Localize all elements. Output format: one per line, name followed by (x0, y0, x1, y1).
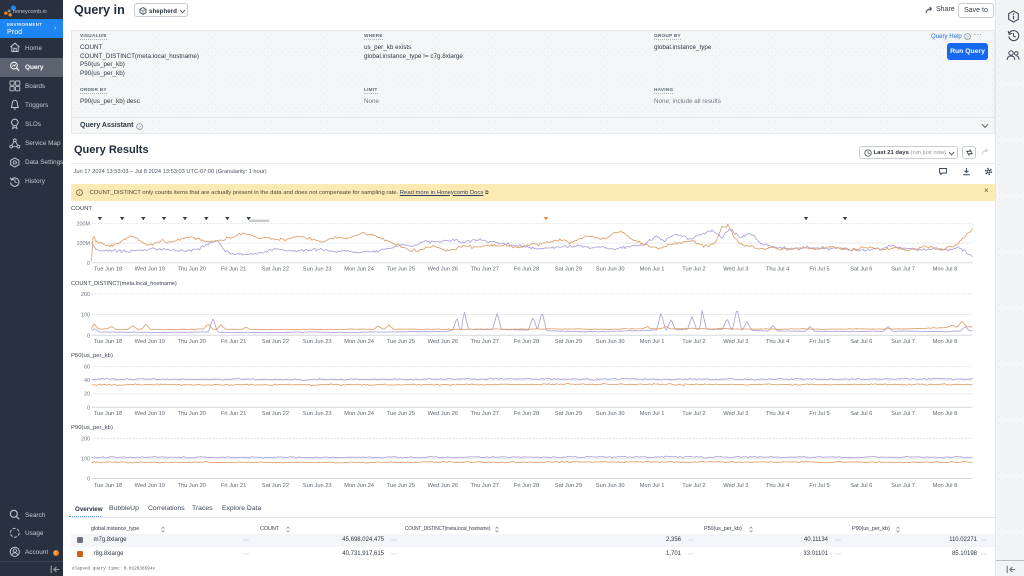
svg-text:Tue Jul 2: Tue Jul 2 (682, 339, 705, 345)
svg-text:Sat Jun 22: Sat Jun 22 (262, 483, 289, 489)
svg-text:Wed Jul 3: Wed Jul 3 (723, 339, 748, 345)
svg-text:Sun Jun 30: Sun Jun 30 (596, 411, 625, 417)
svg-text:Thu Jun 20: Thu Jun 20 (177, 339, 205, 345)
svg-text:Tue Jul 2: Tue Jul 2 (682, 483, 705, 489)
svg-text:200M: 200M (77, 221, 91, 227)
svg-text:20: 20 (84, 392, 90, 398)
svg-text:Thu Jun 20: Thu Jun 20 (177, 411, 205, 417)
svg-text:Wed Jun 26: Wed Jun 26 (428, 267, 458, 273)
svg-text:40: 40 (84, 378, 90, 384)
svg-text:Fri Jul 5: Fri Jul 5 (809, 411, 829, 417)
svg-text:Fri Jun 28: Fri Jun 28 (514, 267, 539, 273)
svg-text:Tue Jun 18: Tue Jun 18 (94, 411, 122, 417)
svg-text:Mon Jul 1: Mon Jul 1 (640, 483, 665, 489)
svg-text:100: 100 (81, 313, 90, 319)
svg-text:Tue Jun 25: Tue Jun 25 (387, 411, 415, 417)
svg-text:Tue Jun 25: Tue Jun 25 (387, 267, 415, 273)
svg-text:Sun Jun 23: Sun Jun 23 (303, 411, 332, 417)
svg-text:Fri Jun 28: Fri Jun 28 (514, 339, 539, 345)
svg-text:Sun Jul 7: Sun Jul 7 (891, 411, 915, 417)
svg-text:Wed Jun 26: Wed Jun 26 (428, 339, 458, 345)
svg-text:Tue Jul 2: Tue Jul 2 (682, 411, 705, 417)
svg-text:Sat Jul 6: Sat Jul 6 (850, 411, 872, 417)
svg-text:Sat Jun 22: Sat Jun 22 (262, 339, 289, 345)
svg-text:Thu Jun 27: Thu Jun 27 (470, 483, 498, 489)
svg-text:Tue Jun 18: Tue Jun 18 (94, 339, 122, 345)
svg-text:Thu Jul 4: Thu Jul 4 (766, 339, 789, 345)
svg-text:Wed Jul 3: Wed Jul 3 (723, 267, 748, 273)
svg-text:Sat Jun 29: Sat Jun 29 (555, 411, 582, 417)
svg-text:Sun Jun 23: Sun Jun 23 (303, 483, 332, 489)
svg-text:Sun Jul 7: Sun Jul 7 (891, 267, 915, 273)
svg-text:Tue Jul 2: Tue Jul 2 (682, 267, 705, 273)
svg-text:Wed Jun 19: Wed Jun 19 (135, 267, 165, 273)
svg-text:Mon Jun 24: Mon Jun 24 (344, 411, 374, 417)
svg-text:Mon Jul 8: Mon Jul 8 (933, 483, 958, 489)
svg-text:Sat Jul 6: Sat Jul 6 (850, 483, 872, 489)
svg-text:Sat Jun 29: Sat Jun 29 (555, 483, 582, 489)
svg-text:0: 0 (87, 261, 90, 267)
svg-text:Tue Jun 25: Tue Jun 25 (387, 483, 415, 489)
svg-text:Sun Jun 23: Sun Jun 23 (303, 267, 332, 273)
svg-text:Thu Jun 20: Thu Jun 20 (177, 483, 205, 489)
svg-text:Wed Jul 3: Wed Jul 3 (723, 483, 748, 489)
svg-text:Tue Jun 18: Tue Jun 18 (94, 267, 122, 273)
svg-text:0: 0 (87, 477, 90, 483)
svg-text:Mon Jun 24: Mon Jun 24 (344, 267, 374, 273)
svg-text:Mon Jun 24: Mon Jun 24 (344, 339, 374, 345)
svg-text:Fri Jun 21: Fri Jun 21 (221, 483, 246, 489)
svg-text:Fri Jul 5: Fri Jul 5 (809, 339, 829, 345)
svg-text:Thu Jul 4: Thu Jul 4 (766, 267, 789, 273)
svg-text:60: 60 (84, 365, 90, 371)
svg-text:Fri Jun 21: Fri Jun 21 (221, 411, 246, 417)
svg-text:Sun Jul 7: Sun Jul 7 (891, 339, 915, 345)
svg-text:Sat Jun 22: Sat Jun 22 (262, 267, 289, 273)
svg-text:Wed Jun 26: Wed Jun 26 (428, 411, 458, 417)
svg-text:Wed Jun 19: Wed Jun 19 (135, 339, 165, 345)
svg-text:Sat Jul 6: Sat Jul 6 (850, 339, 872, 345)
svg-text:Tue Jun 18: Tue Jun 18 (94, 483, 122, 489)
svg-text:Fri Jul 5: Fri Jul 5 (809, 267, 829, 273)
svg-text:100M: 100M (77, 241, 91, 247)
svg-text:200: 200 (81, 436, 90, 442)
svg-text:100: 100 (81, 456, 90, 462)
svg-text:0: 0 (87, 333, 90, 339)
svg-text:Wed Jul 3: Wed Jul 3 (723, 411, 748, 417)
svg-text:Sat Jun 29: Sat Jun 29 (555, 339, 582, 345)
svg-text:Mon Jul 1: Mon Jul 1 (640, 267, 665, 273)
svg-text:Mon Jul 8: Mon Jul 8 (933, 339, 958, 345)
svg-text:Sun Jul 7: Sun Jul 7 (891, 483, 915, 489)
svg-text:Fri Jul 5: Fri Jul 5 (809, 483, 829, 489)
svg-text:Fri Jun 28: Fri Jun 28 (514, 483, 539, 489)
svg-text:200: 200 (81, 292, 90, 298)
svg-text:Tue Jun 25: Tue Jun 25 (387, 339, 415, 345)
svg-text:Sun Jun 30: Sun Jun 30 (596, 267, 625, 273)
svg-text:Sun Jun 30: Sun Jun 30 (596, 483, 625, 489)
svg-text:Sun Jun 30: Sun Jun 30 (596, 339, 625, 345)
svg-text:Fri Jun 21: Fri Jun 21 (221, 267, 246, 273)
svg-text:Fri Jun 28: Fri Jun 28 (514, 411, 539, 417)
svg-text:Thu Jul 4: Thu Jul 4 (766, 411, 789, 417)
svg-text:Thu Jul 4: Thu Jul 4 (766, 483, 789, 489)
svg-text:Fri Jun 21: Fri Jun 21 (221, 339, 246, 345)
svg-text:Sat Jun 22: Sat Jun 22 (262, 411, 289, 417)
svg-text:0: 0 (87, 405, 90, 411)
svg-text:Thu Jun 27: Thu Jun 27 (470, 339, 498, 345)
svg-text:Sat Jul 6: Sat Jul 6 (850, 267, 872, 273)
svg-text:Thu Jun 20: Thu Jun 20 (177, 267, 205, 273)
svg-text:Mon Jun 24: Mon Jun 24 (344, 483, 374, 489)
svg-text:Thu Jun 27: Thu Jun 27 (470, 267, 498, 273)
svg-text:Sat Jun 29: Sat Jun 29 (555, 267, 582, 273)
svg-text:Wed Jun 19: Wed Jun 19 (135, 411, 165, 417)
svg-text:Sun Jun 23: Sun Jun 23 (303, 339, 332, 345)
svg-text:Mon Jul 1: Mon Jul 1 (640, 411, 665, 417)
svg-text:Mon Jul 8: Mon Jul 8 (933, 411, 958, 417)
svg-text:Mon Jul 8: Mon Jul 8 (933, 267, 958, 273)
svg-text:Thu Jun 27: Thu Jun 27 (470, 411, 498, 417)
svg-text:Wed Jun 26: Wed Jun 26 (428, 483, 458, 489)
svg-text:Wed Jun 19: Wed Jun 19 (135, 483, 165, 489)
svg-text:Mon Jul 1: Mon Jul 1 (640, 339, 665, 345)
